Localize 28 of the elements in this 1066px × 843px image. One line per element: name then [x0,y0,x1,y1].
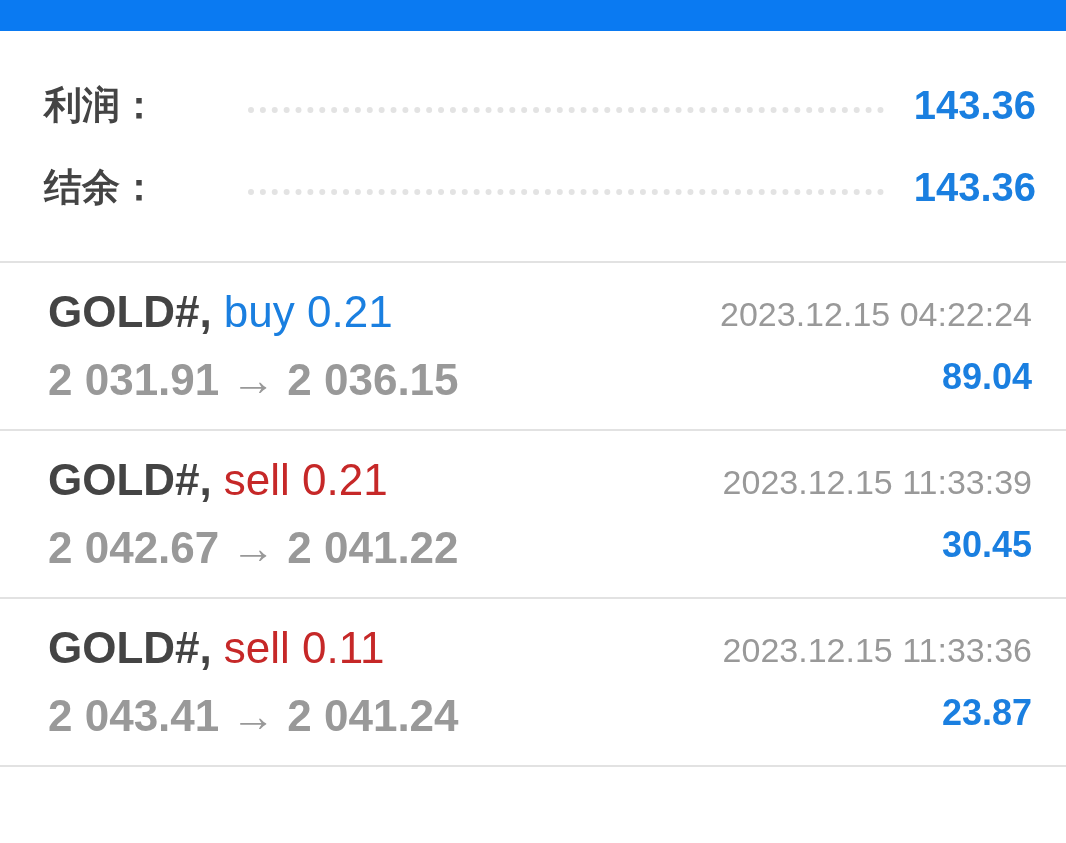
summary-value: 143.36 [913,82,1036,129]
arrow-text: → [231,690,276,742]
profit-value: 30.45 [941,522,1032,567]
summary-value: 143.36 [913,164,1036,211]
profit-value: 89.04 [941,354,1032,399]
trade-row[interactable]: GOLD#, sell 0.11 2 043.41 → 2 041.24 2023.12.15 11:33:36 23.87 [0,599,1066,767]
profit-value: 23.87 [941,690,1032,735]
close-price: 2 041.24 [287,690,459,742]
close-price: 2 036.15 [287,354,459,406]
summary-label: 利润： [44,82,159,128]
trade-row[interactable]: GOLD#, buy 0.21 2 031.91 → 2 036.15 2023.12.15 04:22:24 89.04 [0,263,1066,431]
order-text: sell 0.11 [223,622,385,674]
arrow-text: → [231,522,276,574]
open-price: 2 031.91 [48,354,220,406]
arrow-text: → [231,354,276,406]
trade-time: 2023.12.15 11:33:36 [722,629,1032,671]
trade-row[interactable]: GOLD#, sell 0.21 2 042.67 → 2 041.22 2023.12.15 11:33:39 30.45 [0,431,1066,599]
open-price: 2 043.41 [48,690,220,742]
trade-time: 2023.12.15 11:33:39 [722,461,1032,503]
trade-time: 2023.12.15 04:22:24 [720,293,1032,335]
order-text: buy 0.21 [223,286,393,338]
symbol-text: GOLD#, [48,454,212,506]
open-price: 2 042.67 [48,522,220,574]
summary-label: 结余： [44,164,159,210]
symbol-text: GOLD#, [48,622,212,674]
close-price: 2 041.22 [287,522,459,574]
order-text: sell 0.21 [223,454,388,506]
symbol-text: GOLD#, [48,286,212,338]
